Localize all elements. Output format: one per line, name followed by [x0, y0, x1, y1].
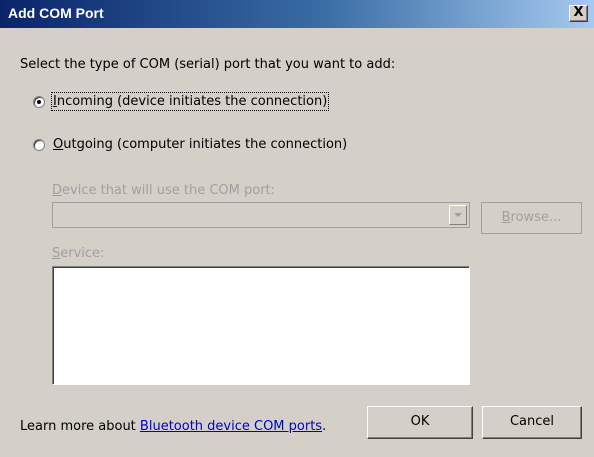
- add-com-port-dialog: Add COM Port X Select the type of COM (s…: [0, 0, 594, 457]
- learn-more-text: Learn more about Bluetooth device COM po…: [20, 419, 326, 434]
- service-label-text: ervice:: [60, 246, 105, 261]
- incoming-option[interactable]: Incoming (device initiates the connectio…: [33, 92, 330, 111]
- cancel-button[interactable]: Cancel: [482, 406, 582, 439]
- bluetooth-com-ports-link[interactable]: Bluetooth device COM ports: [140, 419, 322, 434]
- chevron-down-icon[interactable]: [449, 205, 467, 225]
- browse-accel-key: B: [501, 210, 511, 225]
- dialog-title: Add COM Port: [8, 5, 104, 21]
- close-button[interactable]: X: [569, 5, 588, 22]
- incoming-radio[interactable]: [33, 95, 45, 108]
- incoming-label-text: ncoming (device initiates the connection…: [56, 94, 328, 109]
- service-list[interactable]: [52, 266, 470, 385]
- outgoing-label-text: utgoing (computer initiates the connecti…: [63, 137, 348, 152]
- close-icon: X: [573, 5, 584, 20]
- title-bar[interactable]: Add COM Port X: [0, 0, 594, 28]
- device-dropdown[interactable]: [52, 202, 470, 228]
- learn-suffix: .: [322, 419, 327, 434]
- incoming-label[interactable]: Incoming (device initiates the connectio…: [50, 92, 330, 111]
- device-label-text: evice that will use the COM port:: [62, 183, 276, 198]
- outgoing-option[interactable]: Outgoing (computer initiates the connect…: [33, 137, 347, 152]
- learn-prefix: Learn more about: [20, 419, 140, 434]
- outgoing-radio[interactable]: [33, 138, 45, 151]
- browse-button[interactable]: Browse...: [481, 202, 582, 234]
- device-accel-key: D: [52, 183, 63, 198]
- service-label: Service:: [52, 246, 104, 261]
- device-label: Device that will use the COM port:: [52, 183, 275, 198]
- browse-label-text: rowse...: [510, 210, 562, 225]
- outgoing-label[interactable]: Outgoing (computer initiates the connect…: [53, 137, 347, 152]
- instruction-text: Select the type of COM (serial) port tha…: [20, 57, 396, 72]
- ok-button[interactable]: OK: [367, 406, 473, 439]
- outgoing-accel-key: O: [53, 137, 64, 152]
